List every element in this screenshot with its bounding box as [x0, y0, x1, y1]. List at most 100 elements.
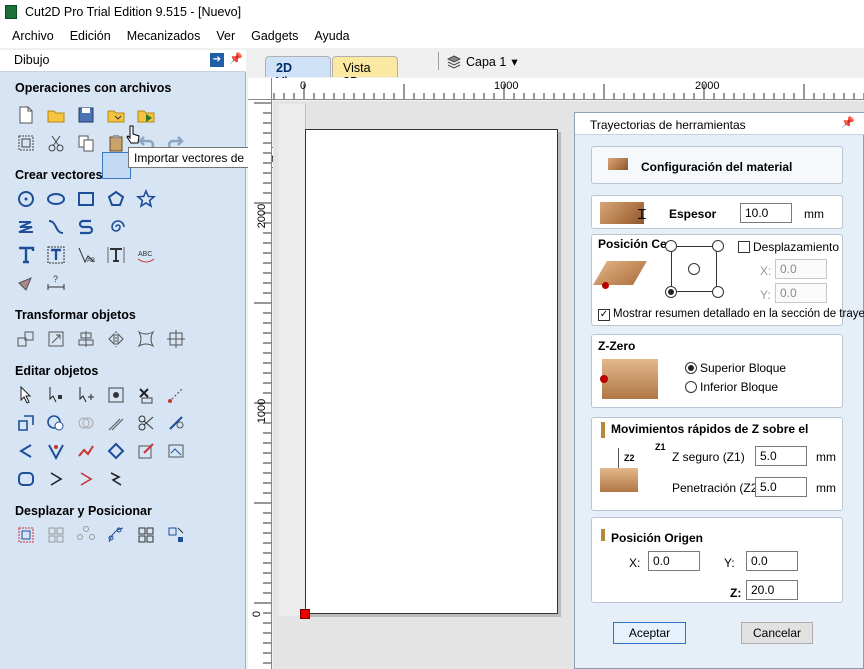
measure-icon[interactable] — [165, 384, 187, 406]
origin-y-input[interactable]: 0.0 — [746, 551, 798, 571]
ruler-ticks-vertical — [254, 102, 271, 664]
pin-icon[interactable]: 📌 — [229, 52, 243, 65]
zzero-bottom-radio[interactable] — [685, 381, 697, 393]
vertical-ruler: 2000 1000 0 — [248, 100, 272, 669]
vector-chevron-icon[interactable] — [45, 468, 67, 490]
tab-2d-view[interactable]: 2D View — [265, 56, 331, 89]
intersect-icon[interactable] — [75, 412, 97, 434]
open-vectors-icon[interactable] — [15, 440, 37, 462]
arc-text-icon[interactable]: ABC — [135, 244, 157, 266]
text-icon[interactable] — [15, 244, 37, 266]
layer-edit-icon[interactable] — [135, 440, 157, 462]
select-icon[interactable] — [15, 384, 37, 406]
fit-job-icon[interactable] — [15, 132, 37, 154]
toolbar-separator — [438, 52, 439, 70]
dimension-icon[interactable] — [15, 272, 37, 294]
tab-3d-view[interactable]: Vista 3D — [332, 56, 398, 89]
polyline-icon[interactable] — [15, 216, 37, 238]
menu-ver[interactable]: Ver — [208, 29, 243, 43]
corner-bottom-left-radio[interactable] — [665, 286, 677, 298]
curve-icon[interactable] — [45, 216, 67, 238]
offset-x-input[interactable]: 0.0 — [775, 259, 827, 279]
text-on-curve-icon[interactable]: AB — [75, 244, 97, 266]
copy-icon[interactable] — [75, 132, 97, 154]
corner-bottom-right-radio[interactable] — [712, 286, 724, 298]
pin-icon[interactable]: 📌 — [841, 116, 855, 129]
accept-button[interactable]: Aceptar — [613, 622, 686, 644]
spiral-s-icon[interactable] — [75, 216, 97, 238]
scissors-icon[interactable] — [135, 412, 157, 434]
origin-x-input[interactable]: 0.0 — [648, 551, 700, 571]
inquiry-icon[interactable]: ? — [45, 272, 67, 294]
offset-y-input[interactable]: 0.0 — [775, 283, 827, 303]
material-setup-button[interactable]: Configuración del material — [591, 146, 843, 184]
menu-ayuda[interactable]: Ayuda — [306, 29, 357, 43]
circle-icon[interactable] — [15, 188, 37, 210]
zzero-top-label: Superior Bloque — [700, 361, 787, 375]
import-bitmap-icon[interactable] — [135, 104, 157, 126]
trim-icon[interactable] — [105, 384, 127, 406]
transform-select-icon[interactable] — [75, 384, 97, 406]
image-edit-icon[interactable] — [165, 440, 187, 462]
cut-icon[interactable] — [45, 132, 67, 154]
offset-icon[interactable] — [105, 412, 127, 434]
cancel-button[interactable]: Cancelar — [741, 622, 813, 644]
collapse-panel-icon[interactable]: ➔ — [210, 53, 224, 67]
thickness-input[interactable]: 10.0 — [740, 203, 792, 223]
spiral-icon[interactable] — [105, 216, 127, 238]
import-vectors-icon[interactable] — [105, 104, 127, 126]
smooth-icon[interactable] — [15, 468, 37, 490]
vector-chevron-red-icon[interactable] — [75, 468, 97, 490]
subtract-icon[interactable] — [45, 412, 67, 434]
paste-icon[interactable] — [105, 132, 127, 154]
zzero-title: Z-Zero — [598, 339, 636, 353]
grid-array-icon[interactable] — [135, 524, 157, 546]
material-sheet[interactable] — [305, 129, 558, 614]
curve-fit-icon[interactable] — [75, 440, 97, 462]
origin-x-label: X: — [629, 556, 641, 570]
menu-edicion[interactable]: Edición — [62, 29, 119, 43]
corner-top-right-radio[interactable] — [712, 240, 724, 252]
delete-icon[interactable] — [135, 384, 157, 406]
toolpath-panel-header: Trayectorias de herramientas 📌 — [575, 113, 864, 135]
menu-mecanizados[interactable]: Mecanizados — [119, 29, 209, 43]
new-file-icon[interactable] — [15, 104, 37, 126]
node-edit-icon[interactable] — [45, 384, 67, 406]
menu-gadgets[interactable]: Gadgets — [243, 29, 306, 43]
zzero-top-radio[interactable] — [685, 362, 697, 374]
mirror-icon[interactable] — [105, 328, 127, 350]
text-block-icon[interactable] — [105, 244, 127, 266]
circular-array-icon[interactable] — [75, 524, 97, 546]
summary-checkbox[interactable]: ✓ — [598, 309, 610, 321]
center-icon[interactable] — [165, 328, 187, 350]
rectangle-icon[interactable] — [75, 188, 97, 210]
corner-top-left-radio[interactable] — [665, 240, 677, 252]
origin-z-input[interactable]: 20.0 — [746, 580, 798, 600]
copy-along-icon[interactable] — [105, 524, 127, 546]
auto-layout-text-icon[interactable] — [45, 244, 67, 266]
save-file-icon[interactable] — [75, 104, 97, 126]
join-icon[interactable] — [45, 440, 67, 462]
corner-center-radio[interactable] — [688, 263, 700, 275]
fillet-icon[interactable] — [165, 412, 187, 434]
star-icon[interactable] — [135, 188, 157, 210]
align-icon[interactable] — [75, 328, 97, 350]
array-copy-icon[interactable] — [45, 524, 67, 546]
select-all-icon[interactable] — [15, 524, 37, 546]
move-icon[interactable] — [15, 328, 37, 350]
close-vector-icon[interactable] — [105, 440, 127, 462]
open-file-icon[interactable] — [45, 104, 67, 126]
safe-z-input[interactable]: 5.0 — [755, 446, 807, 466]
nesting-icon[interactable] — [165, 524, 187, 546]
scale-icon[interactable] — [45, 328, 67, 350]
menu-archivo[interactable]: Archivo — [4, 29, 62, 43]
weld-icon[interactable] — [15, 412, 37, 434]
toolpath-panel-title: Trayectorias de herramientas — [590, 118, 746, 132]
layer-selector[interactable]: Capa 1 ▾ — [447, 54, 518, 69]
offset-checkbox[interactable] — [738, 241, 750, 253]
polygon-icon[interactable] — [105, 188, 127, 210]
vector-zigzag-icon[interactable] — [105, 468, 127, 490]
penetration-input[interactable]: 5.0 — [755, 477, 807, 497]
distort-icon[interactable] — [135, 328, 157, 350]
ellipse-icon[interactable] — [45, 188, 67, 210]
